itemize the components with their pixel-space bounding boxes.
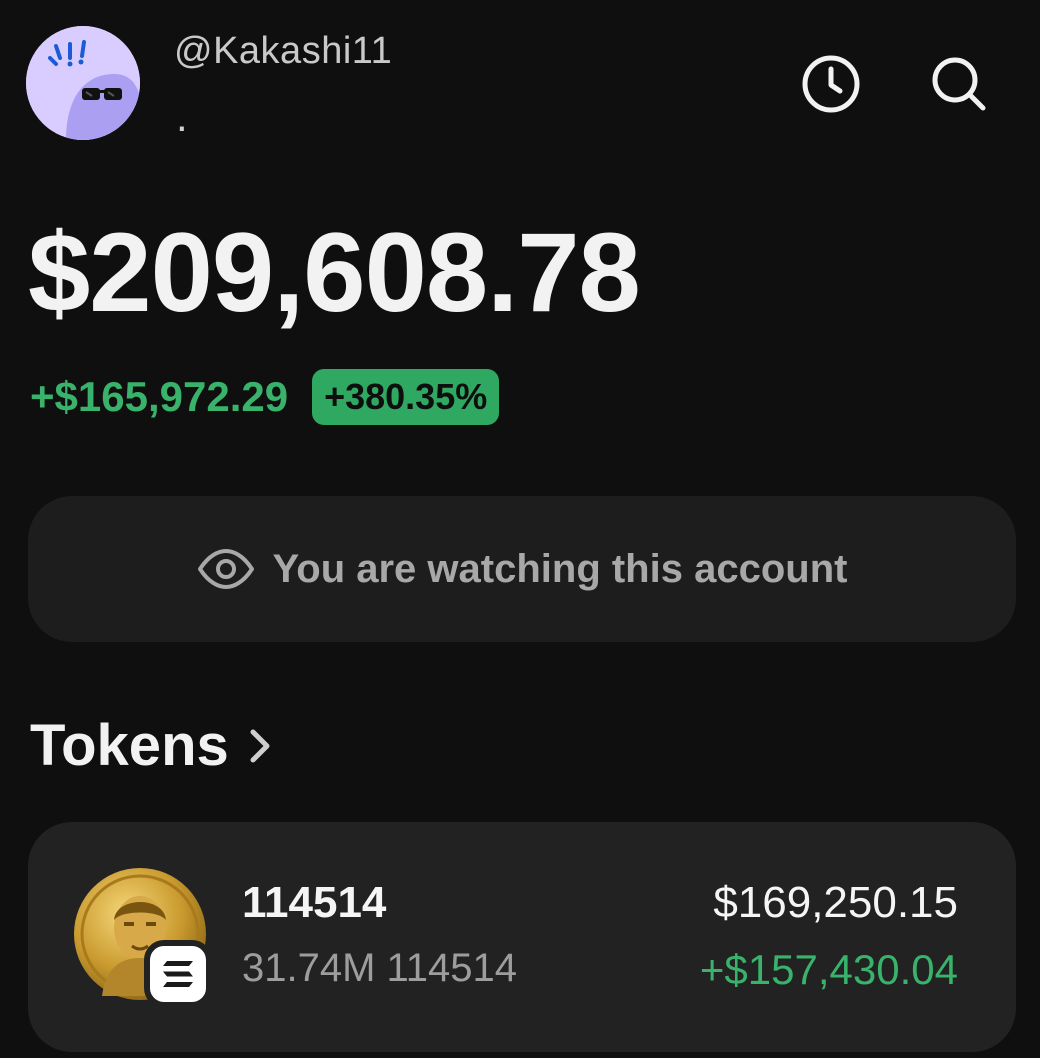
avatar[interactable] <box>26 26 140 140</box>
token-change: +$157,430.04 <box>699 946 958 993</box>
token-row[interactable]: 114514 31.74M 114514 $169,250.15 +$157,4… <box>28 822 1016 1052</box>
sunglasses-avatar-icon <box>26 26 140 140</box>
balance-change-row: +$165,972.29 +380.35% <box>30 368 500 426</box>
solana-badge-icon <box>144 940 212 1008</box>
token-amount: 31.74M 114514 <box>242 946 518 990</box>
chevron-right-icon <box>249 728 271 764</box>
account-subtitle: . <box>176 93 188 140</box>
tokens-section-header[interactable]: Tokens <box>30 712 271 779</box>
account-handle[interactable]: @Kakashi11 <box>174 30 392 73</box>
clock-icon <box>802 55 860 113</box>
balance-change-percent-badge: +380.35% <box>312 369 500 425</box>
history-button[interactable] <box>799 52 863 116</box>
token-name: 114514 <box>242 878 387 927</box>
token-value: $169,250.15 <box>713 878 958 927</box>
watching-account-banner: You are watching this account <box>28 496 1016 642</box>
total-balance: $209,608.78 <box>28 210 641 335</box>
watching-account-text: You are watching this account <box>272 546 848 591</box>
balance-change-value: +$165,972.29 <box>30 373 289 420</box>
header: @Kakashi11 . <box>0 0 1040 170</box>
search-button[interactable] <box>927 52 991 116</box>
eye-icon <box>197 549 255 589</box>
tokens-section-title: Tokens <box>30 713 229 778</box>
search-icon <box>932 57 986 111</box>
